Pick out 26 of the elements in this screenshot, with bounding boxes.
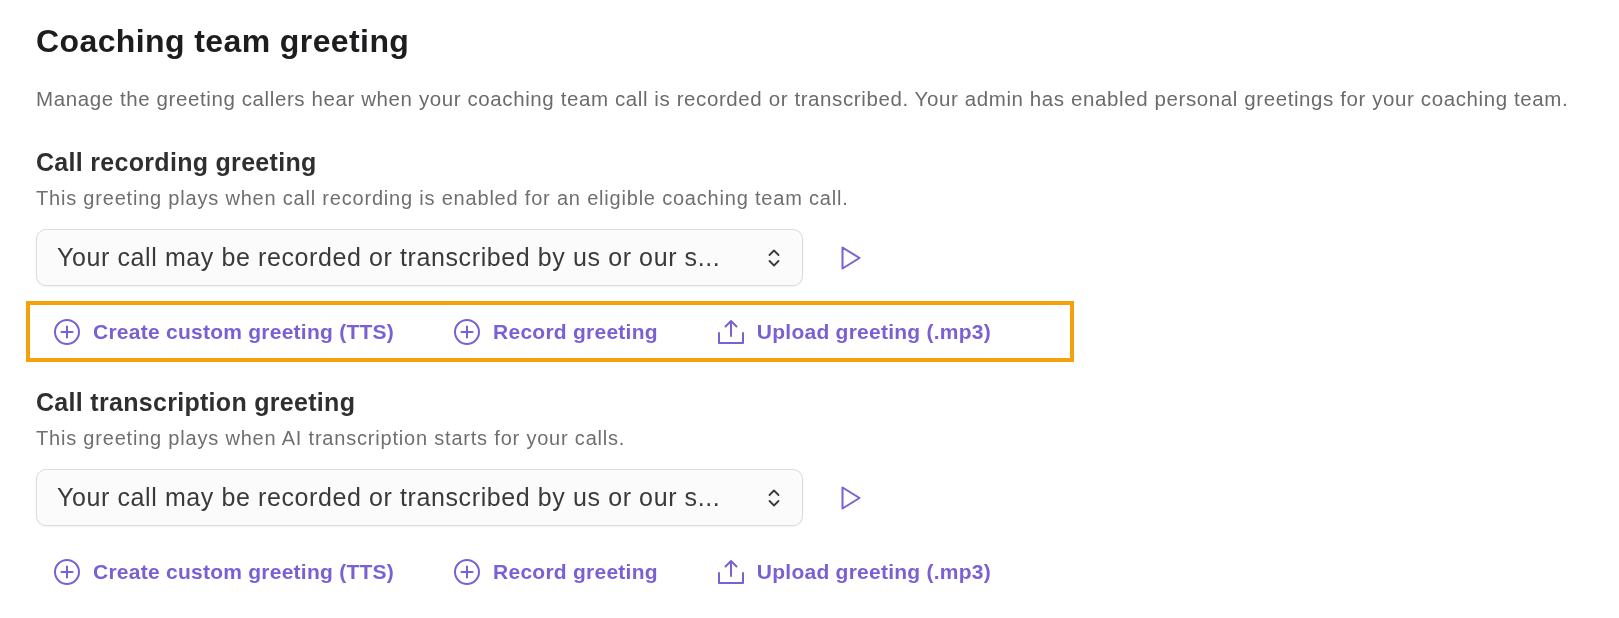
greeting-action-link[interactable]: Record greeting <box>454 558 658 585</box>
section-heading: Call transcription greeting <box>36 387 356 417</box>
play-button[interactable] <box>841 485 861 510</box>
upload-icon <box>717 558 744 585</box>
greeting-select[interactable]: Your call may be recorded or transcribed by us or our s... <box>36 469 803 526</box>
upload-icon <box>717 318 744 345</box>
greeting-select[interactable]: Your call may be recorded or transcribed by us or our s... <box>36 229 803 286</box>
chevron-updown-icon <box>768 248 780 267</box>
plus-circle-icon <box>54 558 80 585</box>
plus-circle-icon <box>54 318 80 345</box>
page-description: Manage the greeting callers hear when your coaching team call is recorded or transcribed. Your admin has enabled personal greetings for your coaching team. <box>36 87 1569 111</box>
section-description: This greeting plays when AI transcription starts for your calls. <box>36 426 626 450</box>
greeting-action-link[interactable]: Upload greeting (.mp3) <box>717 558 991 585</box>
section-heading: Call recording greeting <box>36 147 317 177</box>
play-icon <box>841 245 861 270</box>
greeting-action-link[interactable]: Record greeting <box>454 318 658 345</box>
greeting-action-link[interactable]: Upload greeting (.mp3) <box>717 318 991 345</box>
page-title: Coaching team greeting <box>36 23 410 59</box>
play-button[interactable] <box>841 245 861 270</box>
plus-circle-icon <box>454 558 481 585</box>
greeting-action-link[interactable]: Create custom greeting (TTS) <box>54 558 395 585</box>
plus-circle-icon <box>454 318 481 345</box>
section-description: This greeting plays when call recording is enabled for an eligible coaching team call. <box>36 186 849 210</box>
greeting-action-link[interactable]: Create custom greeting (TTS) <box>54 318 395 345</box>
chevron-updown-icon <box>768 488 780 507</box>
play-icon <box>841 485 861 510</box>
